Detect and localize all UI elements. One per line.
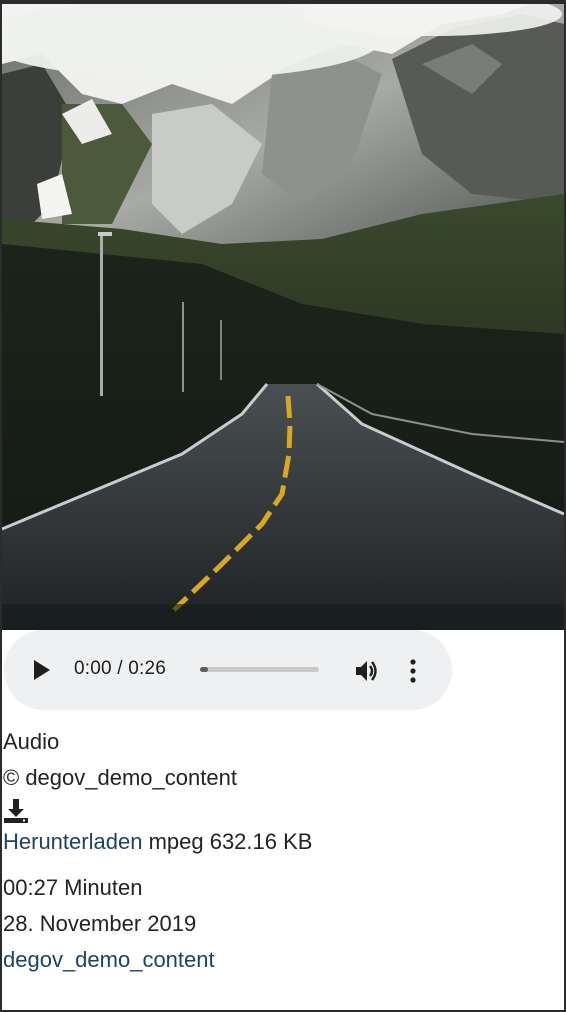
volume-icon[interactable] (354, 658, 380, 684)
media-meta: Audio © degov_demo_content Herunterladen… (3, 724, 559, 978)
more-options-icon[interactable] (406, 656, 420, 686)
download-link[interactable]: Herunterladen (3, 829, 142, 854)
mountain-road-image (2, 4, 564, 630)
publish-date: 28. November 2019 (3, 911, 197, 936)
author-link[interactable]: degov_demo_content (3, 947, 215, 972)
copyright-text: © degov_demo_content (3, 765, 237, 790)
file-info: mpeg 632.16 KB (148, 829, 313, 854)
hero-image (2, 4, 564, 630)
download-row: Herunterladen mpeg 632.16 KB (3, 824, 559, 860)
play-icon[interactable] (32, 657, 54, 683)
time-display: 0:00 / 0:26 (74, 658, 166, 679)
progress-fill (200, 667, 209, 672)
media-card: 0:00 / 0:26 Audio © degov_demo_content H… (0, 0, 566, 1012)
duration-text: 00:27 Minuten (3, 875, 143, 900)
download-icon[interactable] (3, 798, 29, 824)
progress-bar[interactable] (200, 667, 319, 672)
audio-player: 0:00 / 0:26 (4, 630, 452, 710)
media-type-label: Audio (3, 729, 60, 754)
